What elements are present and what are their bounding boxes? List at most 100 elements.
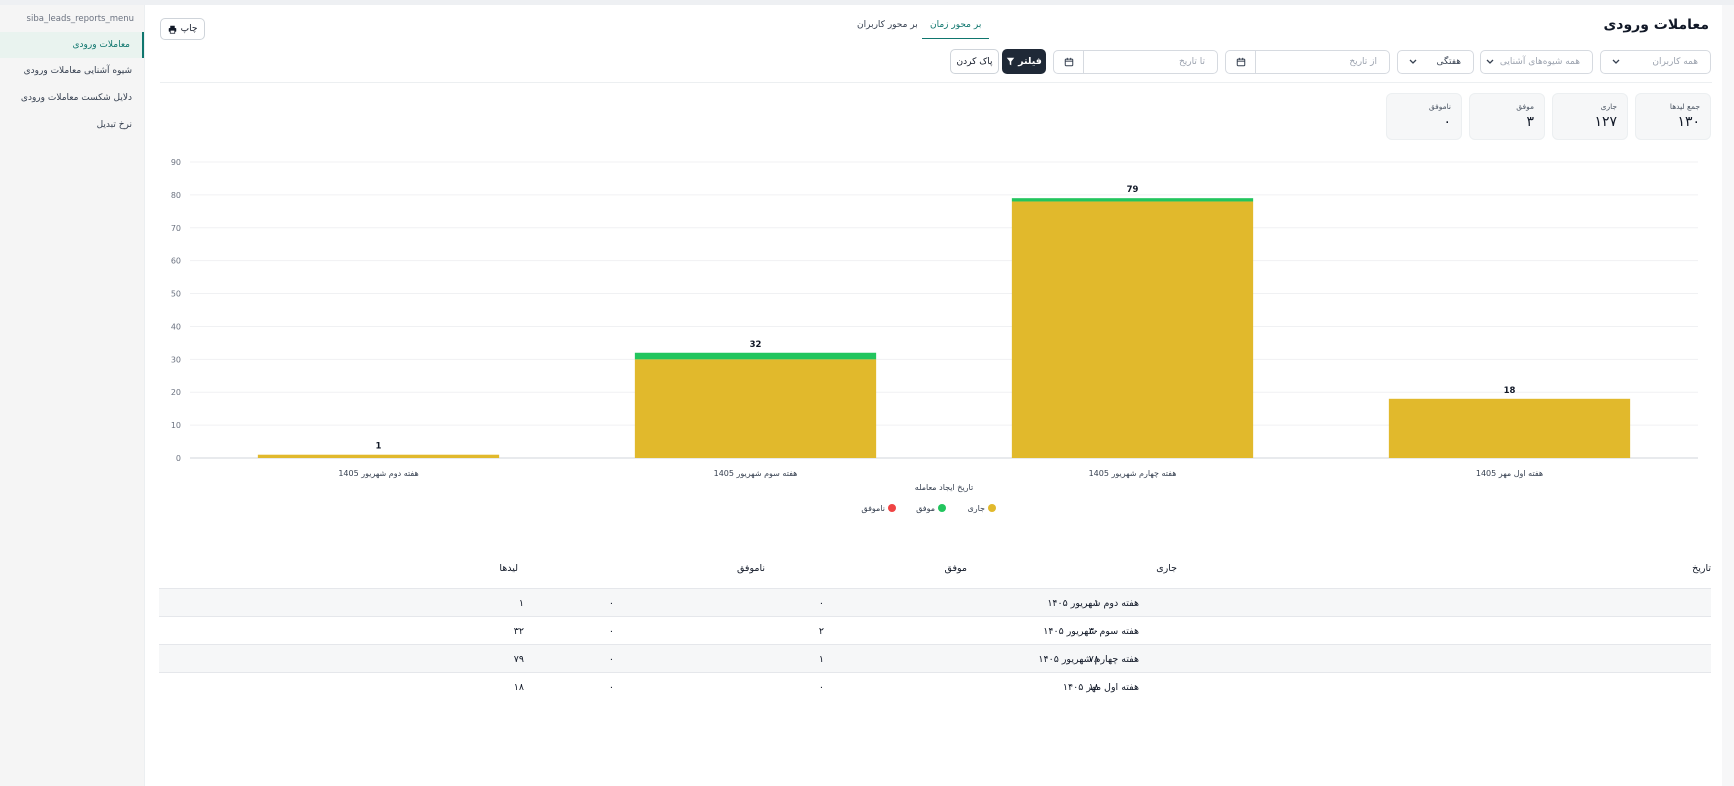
cell-ongoing: ۱۸: [1088, 682, 1099, 693]
cell-success: ۱: [818, 654, 824, 665]
cell-success: ۲: [818, 626, 824, 637]
cell-failed: ۰: [608, 626, 614, 637]
y-tick-label: 20: [171, 388, 181, 397]
period-select[interactable]: هفتگی: [1397, 50, 1474, 74]
y-tick-label: 80: [171, 191, 181, 200]
clear-button[interactable]: پاک کردن: [950, 49, 999, 74]
cell-failed: ۰: [608, 654, 614, 665]
printer-icon: [168, 25, 176, 34]
cell-failed: ۰: [608, 598, 614, 609]
table-row: هفته دوم شهریور ۱۴۰۵ ۱ ۰ ۰ ۱: [159, 588, 1711, 616]
cell-date: هفته اول مهر ۱۴۰۵: [1062, 682, 1139, 693]
print-button[interactable]: چاپ: [160, 18, 205, 40]
stat-label: موفق: [1516, 102, 1534, 111]
sidebar-item-incoming-deals[interactable]: معاملات ورودی: [0, 32, 144, 58]
stat-value: ۳: [1526, 114, 1534, 130]
table-row: هفته سوم شهریور ۱۴۰۵ ۳۰ ۲ ۰ ۳۲: [159, 616, 1711, 644]
source-select[interactable]: همه شیوه‌های آشنایی: [1480, 50, 1593, 74]
print-label: چاپ: [180, 24, 198, 34]
page-title: معاملات ورودی: [1603, 17, 1709, 33]
data-label: 1: [376, 442, 382, 452]
stat-label: جاری: [1600, 102, 1617, 111]
stat-value: ۱۲۷: [1594, 114, 1617, 130]
divider: [160, 82, 1712, 83]
sidebar-item-deal-sources[interactable]: شیوه آشنایی معاملات ورودی: [0, 58, 144, 84]
y-tick-label: 90: [171, 158, 181, 167]
x-tick-label: هفته دوم شهریور 1405: [338, 469, 418, 478]
column-header-ongoing: جاری: [1156, 563, 1177, 574]
stat-card-success: موفق ۳: [1469, 93, 1545, 140]
calendar-icon[interactable]: [1226, 51, 1256, 73]
sidebar-item-conversion-rate[interactable]: نرخ تبدیل: [0, 112, 144, 138]
legend-marker: [938, 504, 946, 512]
cell-success: ۰: [818, 682, 824, 693]
sidebar-menu-title: siba_leads_reports_menu: [26, 14, 134, 24]
bar-chart: 0 10 20 30 40 50 60 70 80 90 1 هفته دوم شهریور 1405…: [171, 158, 1698, 513]
sidebar: siba_leads_reports_menu معاملات ورودی شی…: [0, 5, 145, 786]
users-select[interactable]: همه کاربران: [1600, 50, 1711, 74]
column-header-failed: ناموفق: [737, 563, 765, 574]
filter-button[interactable]: فیلتر: [1002, 49, 1046, 74]
chevron-down-icon: [1486, 59, 1494, 64]
legend-marker: [988, 504, 996, 512]
cell-leads: ۱: [518, 598, 524, 609]
stat-value: ۱۳۰: [1677, 114, 1700, 130]
cell-ongoing: ۳۰: [1088, 626, 1099, 637]
scrollbar-track[interactable]: [1722, 5, 1734, 786]
y-tick-label: 40: [171, 322, 181, 331]
chevron-down-icon: [1612, 59, 1620, 64]
x-tick-label: هفته سوم شهریور 1405: [714, 469, 798, 478]
cell-leads: ۳۲: [513, 626, 524, 637]
bar-segment: [1388, 398, 1631, 458]
bar-segment: [257, 454, 500, 458]
tab-users-axis[interactable]: بر محور کاربران: [857, 20, 918, 38]
to-date-placeholder: تا تاریخ: [1178, 57, 1205, 67]
legend-label: ناموفق: [861, 504, 885, 513]
cell-ongoing: ۷۸: [1088, 654, 1099, 665]
bar-segment: [1011, 198, 1254, 202]
x-axis-label: تاریخ ایجاد معامله: [915, 483, 973, 492]
source-select-value: همه شیوه‌های آشنایی: [1499, 57, 1580, 67]
filter-label: فیلتر: [1018, 56, 1042, 67]
legend-label: جاری: [967, 504, 985, 513]
table-row: هفته چهارم شهریور ۱۴۰۵ ۷۸ ۱ ۰ ۷۹: [159, 644, 1711, 672]
bar-segment: [634, 359, 877, 458]
cell-leads: ۱۸: [513, 682, 524, 693]
tab-time-axis[interactable]: بر محور زمان: [922, 20, 990, 39]
calendar-icon[interactable]: [1054, 51, 1084, 73]
x-tick-label: هفته چهارم شهریور 1405: [1089, 469, 1177, 478]
column-header-success: موفق: [944, 563, 967, 574]
y-tick-label: 10: [171, 421, 181, 430]
to-date-field[interactable]: تا تاریخ: [1053, 50, 1218, 74]
stat-label: ناموفق: [1428, 102, 1451, 111]
legend-label: موفق: [916, 504, 935, 513]
y-tick-label: 50: [171, 290, 181, 299]
stat-label: جمع لیدها: [1669, 102, 1700, 111]
y-tick-label: 70: [171, 224, 181, 233]
bar-segment: [1011, 201, 1254, 458]
y-tick-label: 0: [176, 454, 181, 463]
bar-segment: [634, 352, 877, 360]
column-header-leads: لیدها: [499, 563, 518, 574]
data-label: 79: [1127, 185, 1139, 195]
from-date-field[interactable]: از تاریخ: [1225, 50, 1390, 74]
y-tick-label: 60: [171, 257, 181, 266]
stat-card-failed: ناموفق ۰: [1386, 93, 1462, 140]
table-row: هفته اول مهر ۱۴۰۵ ۱۸ ۰ ۰ ۱۸: [159, 672, 1711, 700]
cell-ongoing: ۱: [1093, 598, 1099, 609]
data-label: 18: [1504, 386, 1516, 396]
y-tick-label: 30: [171, 355, 181, 364]
from-date-placeholder: از تاریخ: [1349, 57, 1377, 67]
cell-leads: ۷۹: [513, 654, 524, 665]
top-strip: [0, 0, 1734, 5]
stat-value: ۰: [1443, 114, 1451, 130]
data-label: 32: [750, 340, 762, 350]
users-select-value: همه کاربران: [1652, 57, 1698, 67]
column-header-date: تاریخ: [1692, 563, 1711, 574]
sidebar-item-loss-reasons[interactable]: دلایل شکست معاملات ورودی: [0, 85, 144, 111]
cell-success: ۰: [818, 598, 824, 609]
period-select-value: هفتگی: [1436, 57, 1462, 67]
filter-icon: [1006, 57, 1015, 66]
stat-card-ongoing: جاری ۱۲۷: [1552, 93, 1628, 140]
cell-failed: ۰: [608, 682, 614, 693]
